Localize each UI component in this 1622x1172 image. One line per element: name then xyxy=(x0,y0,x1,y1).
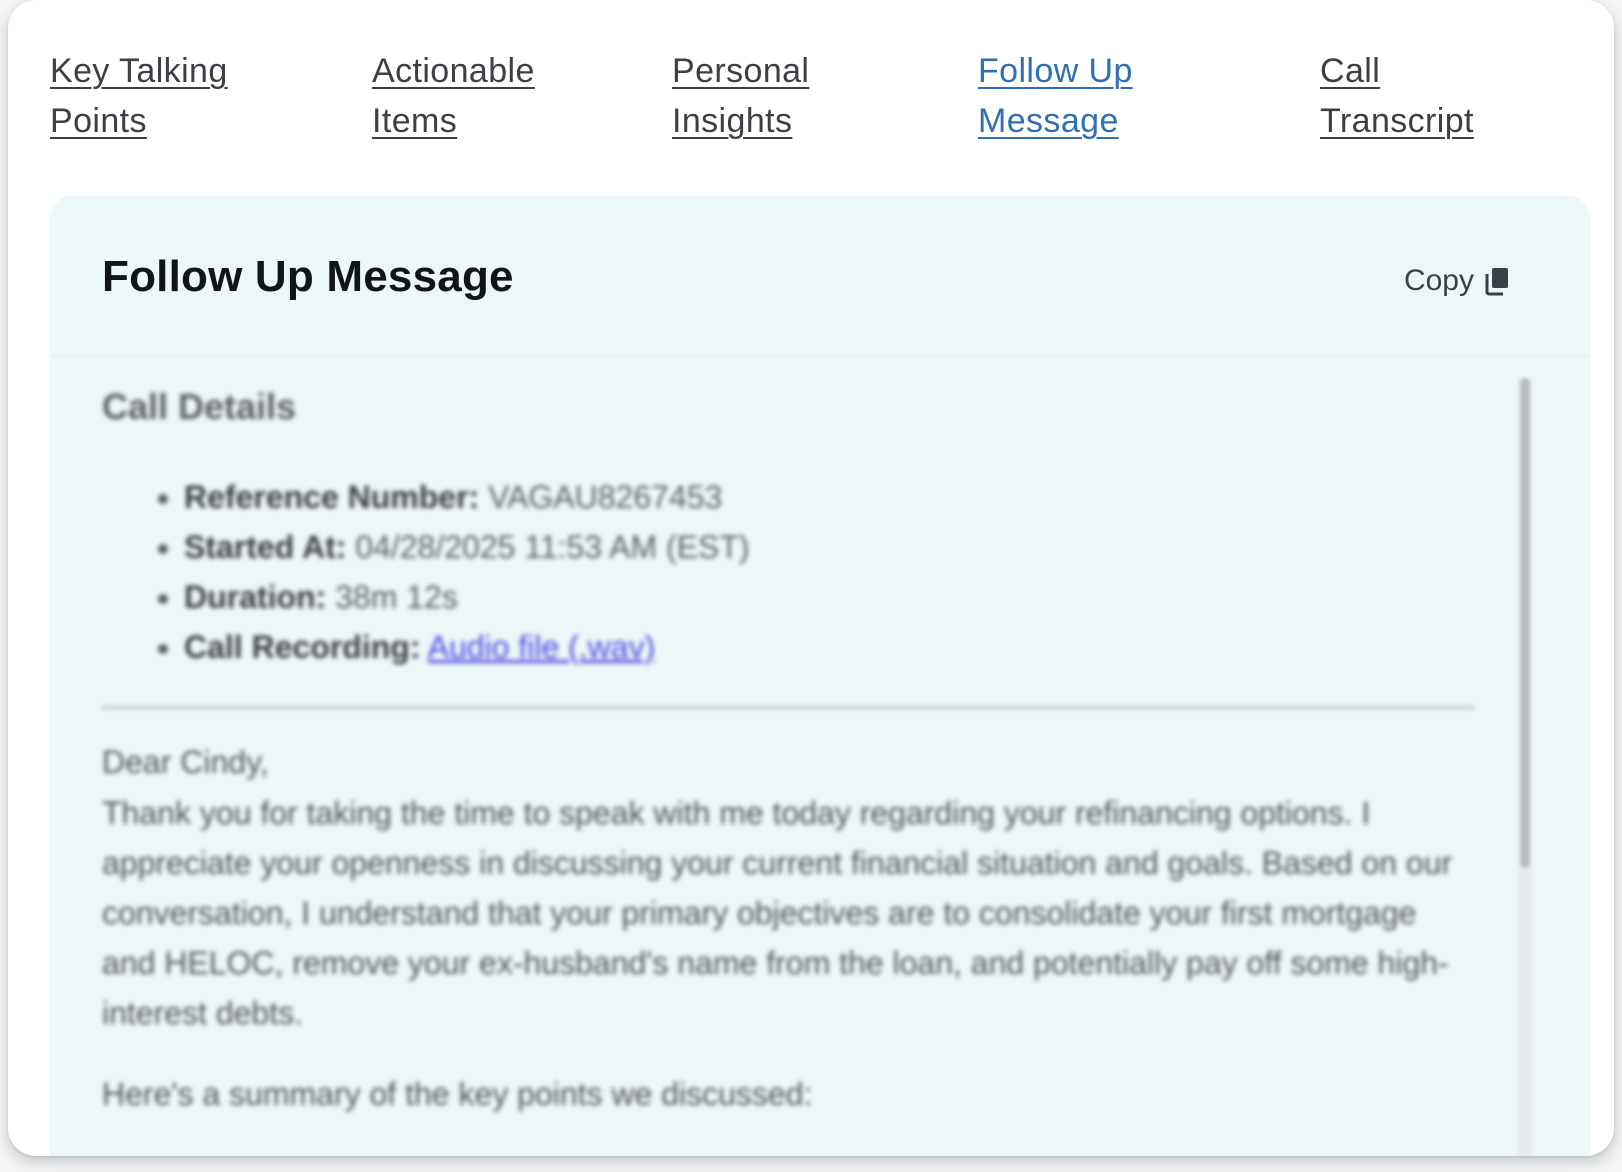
audio-file-link[interactable]: Audio file (.wav) xyxy=(428,629,656,665)
tab-key-talking-points[interactable]: Key Talking Points xyxy=(50,46,228,146)
divider xyxy=(102,706,1474,709)
copy-label: Copy xyxy=(1403,264,1474,297)
list-item: Reference Number: VAGAU8267453 xyxy=(184,472,750,522)
tab-personal-insights[interactable]: Personal Insights xyxy=(672,46,809,146)
greeting: Dear Cindy, xyxy=(102,744,269,780)
copy-button[interactable]: Copy xyxy=(1404,264,1510,298)
started-label: Started At: xyxy=(184,529,347,565)
list-item: Duration: 38m 12s xyxy=(184,572,750,622)
duration-value: 38m 12s xyxy=(335,579,458,615)
scrollbar[interactable] xyxy=(1518,378,1532,1156)
summary-intro: Here's a summary of the key points we di… xyxy=(102,1076,813,1112)
list-item: Call Recording: Audio file (.wav) xyxy=(184,622,750,672)
copy-icon xyxy=(1484,266,1510,296)
follow-up-card: Key Talking Points Actionable Items Pers… xyxy=(8,0,1614,1156)
tab-bar: Key Talking Points Actionable Items Pers… xyxy=(50,46,1590,156)
tab-call-transcript[interactable]: Call Transcript xyxy=(1320,46,1474,146)
reference-label: Reference Number: xyxy=(184,479,480,515)
list-item: Started At: 04/28/2025 11:53 AM (EST) xyxy=(184,522,750,572)
panel-header: Follow Up Message Copy xyxy=(50,196,1590,357)
call-details-list: Reference Number: VAGAU8267453 Started A… xyxy=(102,472,750,672)
tab-follow-up-message[interactable]: Follow Up Message xyxy=(978,46,1133,146)
recording-label: Call Recording: xyxy=(184,629,421,665)
reference-value: VAGAU8267453 xyxy=(488,479,723,515)
message-body: Call Details Reference Number: VAGAU8267… xyxy=(102,376,1482,1156)
tab-actionable-items[interactable]: Actionable Items xyxy=(372,46,535,146)
message-paragraph: Thank you for taking the time to speak w… xyxy=(102,795,1453,1031)
message-panel: Follow Up Message Copy Call Details Refe… xyxy=(50,196,1590,1156)
duration-label: Duration: xyxy=(184,579,327,615)
panel-title: Follow Up Message xyxy=(102,252,514,301)
call-details-heading: Call Details xyxy=(102,386,297,427)
scrollbar-thumb[interactable] xyxy=(1520,378,1530,868)
started-value: 04/28/2025 11:53 AM (EST) xyxy=(355,529,750,565)
